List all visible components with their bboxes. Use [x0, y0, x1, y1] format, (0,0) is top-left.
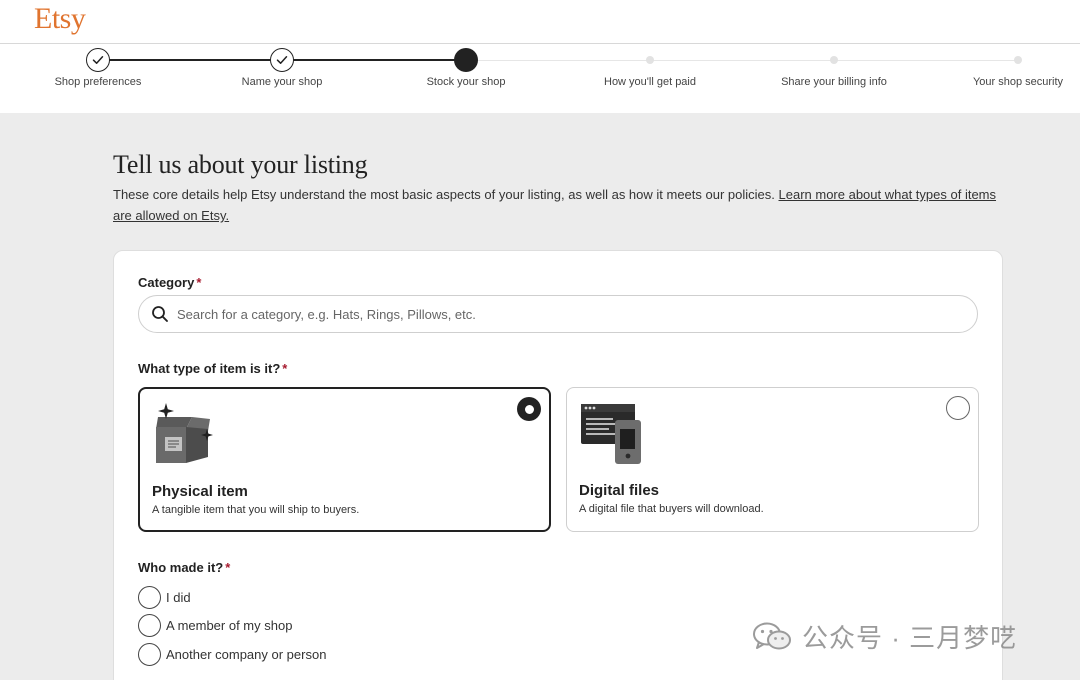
physical-item-option[interactable]: Physical item A tangible item that you w…	[138, 387, 551, 532]
who-made-label: Who made it? *	[138, 560, 230, 575]
stepper-line-5	[834, 59, 1018, 61]
watermark-text: 公众号 · 三月梦呓	[802, 623, 1018, 653]
header-divider	[0, 43, 1080, 44]
radio-label: I did	[166, 589, 191, 605]
digital-files-option[interactable]: Digital files A digital file that buyers…	[566, 387, 979, 532]
physical-item-description: A tangible item that you will ship to bu…	[152, 504, 360, 516]
step-shop-preferences-label[interactable]: Shop preferences	[18, 76, 178, 88]
step-get-paid-node	[646, 56, 654, 64]
stepper-line-1	[98, 59, 282, 61]
who-made-option-another-company[interactable]: Another company or person	[138, 642, 326, 666]
box-sparkle-icon	[156, 403, 213, 463]
search-icon	[152, 306, 168, 322]
required-asterisk: *	[282, 361, 288, 376]
onboarding-stepper: Shop preferences Name your shop Stock yo…	[0, 48, 1080, 98]
category-search-input[interactable]	[177, 306, 957, 322]
step-shop-preferences-node[interactable]	[86, 48, 110, 72]
item-type-label: What type of item is it? *	[138, 361, 287, 376]
step-billing-info-node	[830, 56, 838, 64]
who-made-label-text: Who made it?	[138, 560, 224, 575]
stepper-line-2	[282, 59, 466, 61]
who-made-option-shop-member[interactable]: A member of my shop	[138, 613, 292, 637]
etsy-logo[interactable]: Etsy	[34, 2, 86, 36]
step-stock-your-shop-node	[454, 48, 478, 72]
check-icon	[92, 56, 104, 64]
step-shop-security-label: Your shop security	[972, 76, 1064, 88]
digital-files-icon	[581, 404, 641, 464]
required-asterisk: *	[196, 275, 202, 290]
item-type-label-text: What type of item is it?	[138, 361, 281, 376]
category-label: Category *	[138, 275, 201, 290]
physical-item-radio[interactable]	[517, 397, 541, 421]
intro-description: These core details help Etsy understand …	[113, 184, 1008, 226]
watermark: 公众号 · 三月梦呓	[752, 618, 1017, 655]
stepper-line-4	[650, 59, 834, 61]
step-get-paid-label: How you'll get paid	[604, 76, 696, 88]
digital-files-title: Digital files	[579, 482, 660, 499]
listing-details-card: Category* What type of item is it?* Phys…	[113, 250, 1003, 680]
step-name-your-shop-node[interactable]	[270, 48, 294, 72]
physical-item-title: Physical item	[152, 483, 248, 500]
step-billing-info-label: Share your billing info	[781, 76, 887, 88]
stepper-line-3	[466, 59, 650, 61]
step-shop-security-node	[1014, 56, 1022, 64]
category-search-field[interactable]	[138, 295, 978, 333]
top-header: Etsy Shop preferences Name your shop Sto…	[0, 0, 1080, 113]
radio-button[interactable]	[138, 585, 161, 609]
wechat-icon	[753, 622, 791, 649]
digital-files-description: A digital file that buyers will download…	[579, 503, 764, 515]
radio-button[interactable]	[138, 613, 161, 637]
intro-text: These core details help Etsy understand …	[113, 187, 779, 202]
category-label-text: Category	[138, 275, 195, 290]
step-stock-your-shop-label: Stock your shop	[426, 76, 506, 88]
check-icon	[276, 56, 288, 64]
who-made-option-i-did[interactable]: I did	[138, 585, 191, 609]
radio-button[interactable]	[138, 642, 161, 666]
radio-label: Another company or person	[166, 646, 327, 662]
radio-label: A member of my shop	[166, 617, 293, 633]
required-asterisk: *	[225, 560, 231, 575]
digital-files-radio[interactable]	[946, 396, 970, 420]
page-title: Tell us about your listing	[113, 150, 368, 179]
step-name-your-shop-label[interactable]: Name your shop	[202, 76, 362, 88]
